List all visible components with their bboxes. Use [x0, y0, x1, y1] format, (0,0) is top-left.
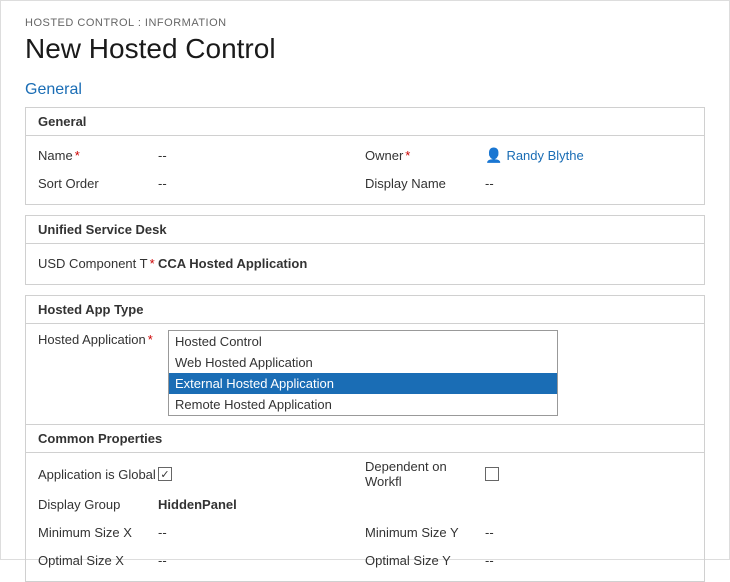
- dropdown-item-2[interactable]: External Hosted Application: [169, 373, 557, 394]
- name-owner-row: Name* -- Owner* 👤 Randy Blythe: [38, 142, 692, 168]
- usd-component-label: USD Component T*: [38, 256, 158, 271]
- owner-required: *: [405, 148, 410, 163]
- app-is-global-checkbox[interactable]: ✓: [158, 467, 172, 481]
- general-card: General Name* -- Owner* 👤 Randy Blythe: [25, 107, 705, 205]
- common-properties-body: Application is Global ✓ Dependent on Wor…: [26, 453, 704, 581]
- optimal-size-x-label: Optimal Size X: [38, 553, 158, 568]
- name-required: *: [75, 148, 80, 163]
- name-value: --: [158, 148, 365, 163]
- hosted-app-header: Hosted App Type: [26, 296, 704, 324]
- min-size-x-label: Minimum Size X: [38, 525, 158, 540]
- general-card-header: General: [26, 108, 704, 136]
- owner-name[interactable]: Randy Blythe: [506, 148, 583, 163]
- page-container: HOSTED CONTROL : INFORMATION New Hosted …: [0, 0, 730, 560]
- sort-order-field: Sort Order --: [38, 176, 365, 191]
- display-group-row: Display Group HiddenPanel: [38, 491, 692, 517]
- user-icon: 👤: [485, 147, 502, 164]
- app-is-global-checkbox-wrapper: ✓: [158, 467, 172, 481]
- min-size-row: Minimum Size X -- Minimum Size Y --: [38, 519, 692, 545]
- min-size-y-label: Minimum Size Y: [365, 525, 485, 540]
- optimal-size-y-label: Optimal Size Y: [365, 553, 485, 568]
- usd-card: Unified Service Desk USD Component T* CC…: [25, 215, 705, 285]
- optimal-size-y-value: --: [485, 553, 692, 568]
- app-global-row: Application is Global ✓ Dependent on Wor…: [38, 459, 692, 489]
- usd-component-row: USD Component T* CCA Hosted Application: [38, 250, 692, 276]
- usd-card-header: Unified Service Desk: [26, 216, 704, 244]
- min-size-x-field: Minimum Size X --: [38, 525, 365, 540]
- hosted-application-dropdown[interactable]: Hosted ControlWeb Hosted ApplicationExte…: [168, 330, 558, 416]
- name-label: Name*: [38, 148, 158, 163]
- general-card-body: Name* -- Owner* 👤 Randy Blythe: [26, 136, 704, 204]
- owner-label: Owner*: [365, 148, 485, 163]
- dependent-checkbox-wrapper: [485, 467, 499, 481]
- dropdown-item-0[interactable]: Hosted Control: [169, 331, 557, 352]
- min-size-y-value: --: [485, 525, 692, 540]
- app-is-global-label: Application is Global: [38, 467, 158, 482]
- owner-value[interactable]: 👤 Randy Blythe: [485, 147, 584, 164]
- dependent-checkbox[interactable]: [485, 467, 499, 481]
- display-name-field: Display Name --: [365, 176, 692, 191]
- sort-display-row: Sort Order -- Display Name --: [38, 170, 692, 196]
- usd-component-value: CCA Hosted Application: [158, 256, 307, 271]
- min-size-y-field: Minimum Size Y --: [365, 525, 692, 540]
- display-group-label: Display Group: [38, 497, 158, 512]
- hosted-application-label: Hosted Application*: [38, 330, 168, 347]
- usd-required: *: [150, 256, 155, 271]
- name-field: Name* --: [38, 148, 365, 163]
- optimal-size-y-field: Optimal Size Y --: [365, 553, 692, 568]
- general-section-heading: General: [25, 81, 705, 99]
- hosted-app-card: Hosted App Type Hosted Application* Host…: [25, 295, 705, 582]
- breadcrumb: HOSTED CONTROL : INFORMATION: [25, 17, 705, 29]
- optimal-size-row: Optimal Size X -- Optimal Size Y --: [38, 547, 692, 573]
- app-is-global-field: Application is Global ✓: [38, 467, 365, 482]
- hosted-app-body: Hosted Application* Hosted ControlWeb Ho…: [26, 324, 704, 424]
- common-properties-header: Common Properties: [26, 424, 704, 453]
- sort-order-value: --: [158, 176, 365, 191]
- display-name-label: Display Name: [365, 176, 485, 191]
- dropdown-item-1[interactable]: Web Hosted Application: [169, 352, 557, 373]
- hosted-app-required: *: [148, 332, 153, 347]
- hosted-application-row: Hosted Application* Hosted ControlWeb Ho…: [38, 330, 692, 416]
- dropdown-item-3[interactable]: Remote Hosted Application: [169, 394, 557, 415]
- page-title: New Hosted Control: [25, 33, 705, 65]
- sort-order-label: Sort Order: [38, 176, 158, 191]
- min-size-x-value: --: [158, 525, 365, 540]
- owner-field: Owner* 👤 Randy Blythe: [365, 147, 692, 164]
- dependent-field: Dependent on Workfl: [365, 459, 692, 489]
- display-group-value: HiddenPanel: [158, 497, 237, 512]
- usd-card-body: USD Component T* CCA Hosted Application: [26, 244, 704, 284]
- display-name-value: --: [485, 176, 692, 191]
- dependent-label: Dependent on Workfl: [365, 459, 485, 489]
- optimal-size-x-value: --: [158, 553, 365, 568]
- optimal-size-x-field: Optimal Size X --: [38, 553, 365, 568]
